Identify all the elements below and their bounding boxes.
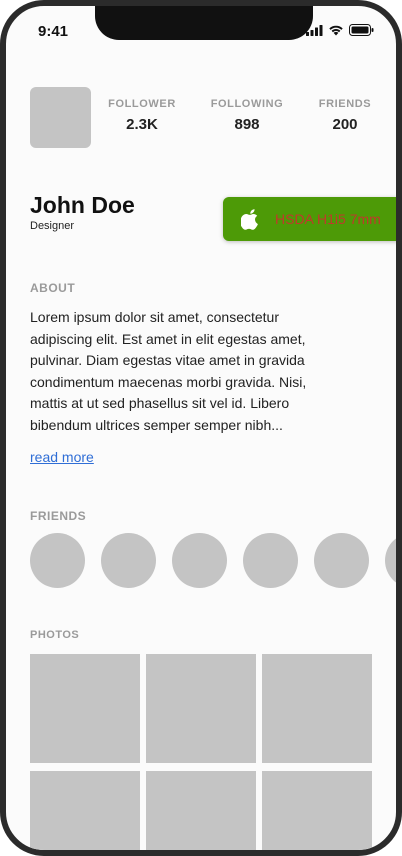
photo-thumbnail[interactable] [146,771,256,850]
about-line: adipiscing elit. Est amet in elit egesta… [30,330,306,347]
stat-friends[interactable]: FRIENDS 200 [318,98,372,133]
apple-pay-button[interactable]: HSDA H1i5 7mm [223,197,396,241]
about-title: ABOUT [30,281,76,295]
stat-following-value: 898 [234,116,260,133]
friend-avatar[interactable] [101,533,156,588]
friend-avatar[interactable] [385,533,396,588]
stat-friends-value: 200 [332,116,358,133]
photo-thumbnail[interactable] [30,654,140,763]
stat-follower-label: FOLLOWER [108,98,176,110]
avatar[interactable] [30,87,91,148]
photos-title: PHOTOS [30,629,80,641]
friend-avatar[interactable] [172,533,227,588]
about-text: Lorem ipsum dolor sit amet, consectetur … [30,307,375,436]
friend-avatar[interactable] [243,533,298,588]
status-icons [306,24,374,36]
about-line: pulvinar. Diam egestas vitae amet in gra… [30,352,305,368]
about-line: mattis at ut sed phasellus sit vel id. L… [30,395,290,411]
photo-thumbnail[interactable] [146,654,256,763]
about-line: bibendum ultrices semper semper nibh... [30,416,283,433]
wifi-icon [329,25,343,36]
battery-icon [349,24,374,36]
apple-pay-button-label: HSDA H1i5 7mm [275,211,381,227]
friend-avatar[interactable] [30,533,85,588]
stat-follower[interactable]: FOLLOWER 2.3K [107,98,177,133]
about-line: Lorem ipsum dolor sit amet, consectetur [30,309,279,325]
about-line: condimentum maecenas morbi gravida. Nisi… [30,373,307,390]
profile-name: John Doe [30,192,135,218]
device-notch [95,6,313,40]
photo-thumbnail[interactable] [262,771,372,850]
friends-title: FRIENDS [30,509,87,523]
photo-thumbnail[interactable] [262,654,372,763]
stat-friends-label: FRIENDS [318,98,372,110]
cellular-signal-icon [306,24,323,36]
phone-frame: 9:41 FOLLOWER 2.3K FOLLOWING 898 FRIENDS… [0,0,402,856]
stat-following[interactable]: FOLLOWING 898 [209,98,285,133]
apple-icon [241,209,258,230]
stat-follower-value: 2.3K [126,116,158,133]
photo-thumbnail[interactable] [30,771,140,850]
friend-avatar[interactable] [314,533,369,588]
profile-role: Designer [30,220,75,232]
stat-following-label: FOLLOWING [210,98,284,110]
read-more-link[interactable]: read more [30,449,94,465]
status-time: 9:41 [38,23,69,40]
